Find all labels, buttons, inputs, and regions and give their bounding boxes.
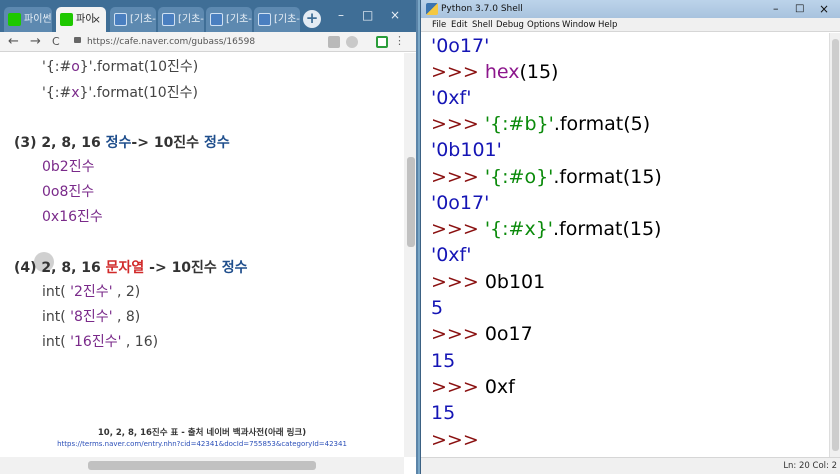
menu-options[interactable]: Options bbox=[527, 18, 560, 32]
output-line: '0o17' bbox=[431, 192, 490, 214]
maximize-button[interactable]: □ bbox=[362, 8, 373, 22]
command-line: >>> 0o17 bbox=[431, 323, 533, 345]
list-item: 0x16진수 bbox=[42, 209, 103, 225]
window-title: Python 3.7.0 Shell bbox=[441, 4, 523, 14]
tab-label: 파이썬 bbox=[24, 14, 52, 25]
source-link[interactable]: https://terms.naver.com/entry.nhn?cid=42… bbox=[0, 440, 404, 448]
output-line: '0b101' bbox=[431, 139, 502, 161]
scrollbar-thumb[interactable] bbox=[88, 461, 316, 470]
command-line: >>> hex(15) bbox=[431, 61, 559, 83]
tab-1[interactable]: 파이썬 bbox=[4, 7, 52, 32]
output-line: 15 bbox=[431, 350, 456, 372]
address-bar[interactable]: https://cafe.naver.com/gubass/16598 bbox=[74, 34, 284, 50]
section-heading-3: (3) 2, 8, 16 정수-> 10진수 정수 bbox=[14, 135, 230, 151]
url-text: https://cafe.naver.com/gubass/16598 bbox=[87, 37, 256, 47]
maximize-button[interactable]: □ bbox=[795, 0, 804, 18]
browser-window: 파이썬 파이 × [기초- [기초- [기초- [기초- + – □ × ← →… bbox=[0, 0, 418, 474]
menu-edit[interactable]: Edit bbox=[451, 18, 467, 32]
list-item: int( '16진수' , 16) bbox=[42, 334, 159, 350]
extension-icon[interactable] bbox=[346, 36, 358, 48]
command-line: >>> '{:#b}'.format(5) bbox=[431, 113, 651, 135]
section-heading-4: (4) 2, 8, 16 문자열 -> 10진수 정수 bbox=[14, 260, 248, 276]
naver-icon bbox=[60, 13, 73, 26]
list-item: int( '2진수' , 2) bbox=[42, 284, 141, 300]
shell-title-bar: Python 3.7.0 Shell – □ × bbox=[421, 0, 840, 18]
python-shell-window: Python 3.7.0 Shell – □ × File Edit Shell… bbox=[420, 0, 840, 474]
menu-window[interactable]: Window bbox=[562, 18, 596, 32]
minimize-button[interactable]: – bbox=[338, 8, 344, 22]
scrollbar-thumb[interactable] bbox=[832, 39, 839, 451]
naver-icon bbox=[8, 13, 21, 26]
tab-label: [기초- bbox=[130, 14, 156, 25]
blue-doc-icon bbox=[114, 13, 127, 26]
browser-toolbar: ← → C https://cafe.naver.com/gubass/1659… bbox=[0, 32, 416, 52]
desktop: 파이썬 파이 × [기초- [기초- [기초- [기초- + – □ × ← →… bbox=[0, 0, 840, 474]
python-icon bbox=[426, 3, 438, 15]
back-icon[interactable]: ← bbox=[8, 34, 19, 50]
format-line: '{:#o}'.format(10진수) bbox=[42, 59, 199, 75]
command-line: >>> 0xf bbox=[431, 376, 515, 398]
cursor-position: Ln: 20 Col: 2 bbox=[783, 461, 837, 471]
blue-doc-icon bbox=[258, 13, 271, 26]
active-prompt[interactable]: >>> bbox=[431, 428, 479, 452]
output-line: '0o17' bbox=[431, 35, 490, 57]
command-line: >>> '{:#o}'.format(15) bbox=[431, 166, 662, 188]
vertical-scrollbar[interactable] bbox=[829, 33, 840, 457]
tab-2-active[interactable]: 파이 × bbox=[56, 7, 106, 32]
scrollbar-thumb[interactable] bbox=[407, 157, 415, 247]
tab-label: [기초- bbox=[274, 14, 300, 25]
menu-file[interactable]: File bbox=[432, 18, 446, 32]
menu-icon[interactable]: ⋮ bbox=[394, 35, 405, 48]
lock-icon bbox=[74, 37, 81, 43]
extension-icon[interactable] bbox=[376, 36, 388, 48]
menu-bar: File Edit Shell Debug Options Window Hel… bbox=[421, 18, 840, 32]
command-line: >>> 0b101 bbox=[431, 271, 546, 293]
close-window-button[interactable]: × bbox=[390, 8, 400, 22]
horizontal-scrollbar[interactable] bbox=[0, 457, 404, 474]
vertical-scrollbar[interactable] bbox=[404, 53, 416, 457]
tab-5[interactable]: [기초- bbox=[206, 7, 252, 32]
command-line: >>> '{:#x}'.format(15) bbox=[431, 218, 662, 240]
list-item: 0b2진수 bbox=[42, 159, 95, 175]
menu-shell[interactable]: Shell bbox=[472, 18, 493, 32]
tab-bar: 파이썬 파이 × [기초- [기초- [기초- [기초- + – □ × bbox=[0, 0, 416, 32]
minimize-button[interactable]: – bbox=[773, 0, 779, 18]
list-item: 0o8진수 bbox=[42, 184, 95, 200]
image-caption: 10, 2, 8, 16진수 표 - 출처 네이버 백과사전(아래 링크) bbox=[97, 428, 307, 438]
output-line: 15 bbox=[431, 402, 456, 424]
tab-label: [기초- bbox=[178, 14, 204, 25]
output-line: 5 bbox=[431, 297, 444, 319]
menu-help[interactable]: Help bbox=[598, 18, 617, 32]
output-line: '0xf' bbox=[431, 87, 472, 109]
format-line: '{:#x}'.format(10진수) bbox=[42, 85, 198, 101]
tab-3[interactable]: [기초- bbox=[110, 7, 156, 32]
tab-label: [기초- bbox=[226, 14, 252, 25]
reload-icon[interactable]: C bbox=[52, 34, 60, 50]
tab-4[interactable]: [기초- bbox=[158, 7, 204, 32]
close-window-button[interactable]: × bbox=[819, 0, 829, 18]
blue-doc-icon bbox=[162, 13, 175, 26]
close-tab-icon[interactable]: × bbox=[92, 7, 101, 32]
article-content: '{:#o}'.format(10진수) '{:#x}'.format(10진수… bbox=[0, 53, 404, 457]
forward-icon[interactable]: → bbox=[30, 34, 41, 50]
blue-doc-icon bbox=[210, 13, 223, 26]
menu-debug[interactable]: Debug bbox=[496, 18, 524, 32]
new-tab-button[interactable]: + bbox=[303, 10, 321, 28]
tab-6[interactable]: [기초- bbox=[254, 7, 300, 32]
extension-icon[interactable] bbox=[328, 36, 340, 48]
list-item: int( '8진수' , 8) bbox=[42, 309, 141, 325]
output-line: '0xf' bbox=[431, 244, 472, 266]
status-bar: Ln: 20 Col: 2 bbox=[421, 457, 840, 474]
shell-output[interactable]: '0o17' >>> hex(15) '0xf' >>> '{:#b}'.for… bbox=[421, 33, 829, 457]
